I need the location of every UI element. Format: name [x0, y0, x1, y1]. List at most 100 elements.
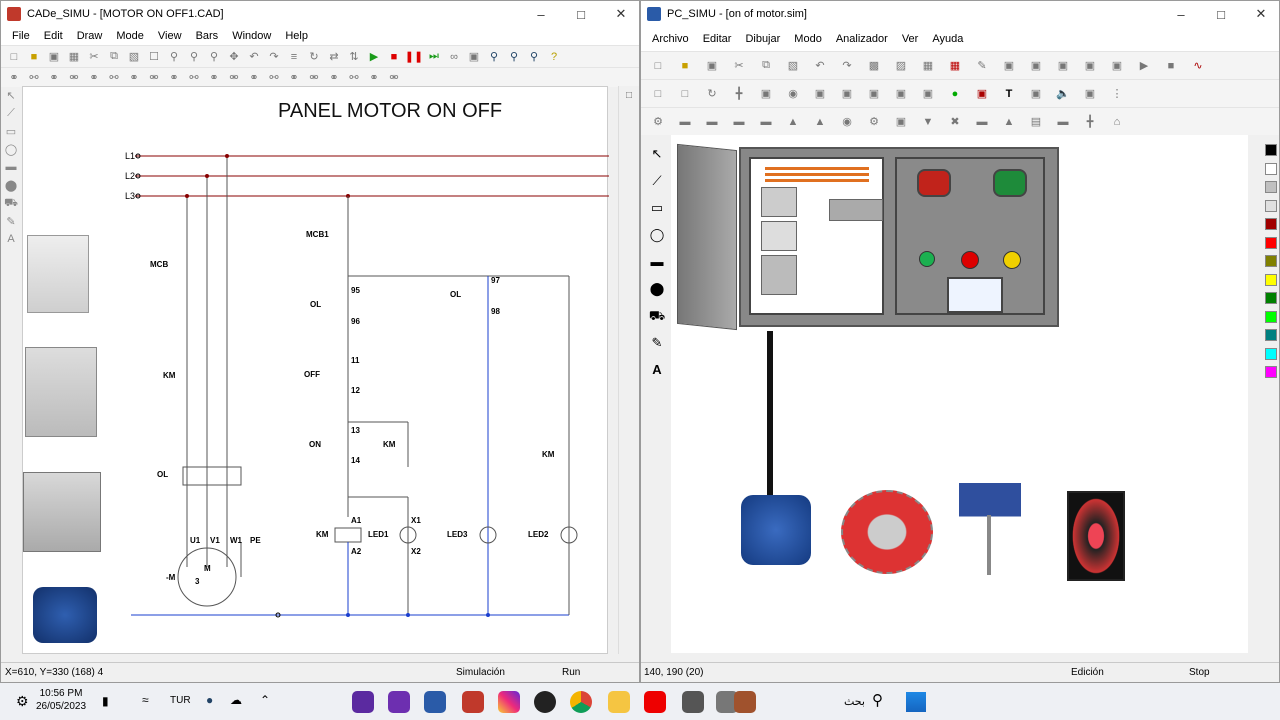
menu-window[interactable]: Window [225, 30, 278, 42]
youtube-icon[interactable] [644, 691, 666, 713]
wifi-icon[interactable]: ≈ [142, 693, 149, 707]
menu-ayuda[interactable]: Ayuda [925, 33, 970, 45]
ellipse-tool-icon[interactable]: ◯ [1, 143, 21, 161]
pcsimu-taskbar-icon[interactable] [424, 691, 446, 713]
ellipse-tool-icon[interactable]: ◯ [645, 227, 669, 254]
menu-ver[interactable]: Ver [895, 33, 926, 45]
file-explorer-icon[interactable] [608, 691, 630, 713]
component-icon[interactable]: ▼ [915, 109, 941, 135]
component-icon[interactable]: ⚙ [861, 109, 887, 135]
stop-icon[interactable]: ■ [385, 48, 403, 66]
component-icon[interactable]: ▣ [753, 81, 779, 107]
component-icon[interactable]: ⚮ [305, 69, 323, 87]
cadesimu-taskbar-icon[interactable] [462, 691, 484, 713]
menu-draw[interactable]: Draw [70, 30, 110, 42]
component-icon[interactable]: ⋮ [1104, 81, 1130, 107]
instagram-icon[interactable] [498, 691, 520, 713]
component-icon[interactable]: ⚭ [5, 69, 23, 87]
analyzer-icon[interactable]: ∿ [1185, 53, 1211, 79]
link-icon[interactable]: ∞ [445, 48, 463, 66]
component-icon[interactable]: ↻ [699, 81, 725, 107]
app-icon-purple[interactable] [352, 691, 374, 713]
flip-icon[interactable]: ⇅ [345, 48, 363, 66]
menu-analizador[interactable]: Analizador [829, 33, 895, 45]
new-file-icon[interactable]: □ [5, 48, 23, 66]
cabinet-icon[interactable]: ▣ [1104, 53, 1130, 79]
chrome-icon[interactable] [570, 691, 592, 713]
text-tool-icon[interactable]: T [996, 81, 1022, 107]
group-icon[interactable]: ▩ [861, 53, 887, 79]
component-icon[interactable]: ⚭ [125, 69, 143, 87]
component-icon[interactable]: ▣ [807, 81, 833, 107]
component-icon[interactable]: ▣ [915, 81, 941, 107]
component-icon[interactable]: ▲ [807, 109, 833, 135]
redo-icon[interactable]: ↷ [834, 53, 860, 79]
run-icon[interactable]: ▶ [365, 48, 383, 66]
component-icon[interactable]: ⚭ [45, 69, 63, 87]
rectangle-tool-icon[interactable]: ▭ [1, 125, 21, 143]
color-swatch[interactable] [1265, 162, 1277, 175]
app-icon-purple-2[interactable] [388, 691, 410, 713]
color-swatch[interactable] [1265, 366, 1277, 378]
filled-ellipse-tool-icon[interactable]: ⬤ [645, 281, 669, 308]
store-icon[interactable] [734, 691, 756, 713]
component-icon[interactable]: ▤ [1023, 109, 1049, 135]
chevron-up-icon[interactable]: ⌃ [260, 693, 270, 707]
filled-ellipse-tool-icon[interactable]: ⬤ [1, 179, 21, 197]
color-swatch[interactable] [1265, 347, 1277, 360]
align-icon[interactable]: ≡ [285, 48, 303, 66]
component-icon[interactable]: ▬ [672, 109, 698, 135]
clock[interactable]: 10:56 PM 26/05/2023 [36, 687, 86, 713]
open-folder-icon[interactable]: ■ [672, 53, 698, 79]
pointer-tool-icon[interactable]: ↖ [645, 146, 669, 173]
mirror-icon[interactable]: ⇄ [325, 48, 343, 66]
component-icon[interactable]: ⚙ [645, 109, 671, 135]
text-tool-icon[interactable]: A [645, 362, 669, 389]
search-icon[interactable]: ⚲ [872, 691, 883, 709]
color-swatch[interactable] [1265, 255, 1277, 267]
component-icon[interactable]: ⚭ [85, 69, 103, 87]
component-icon[interactable]: ▬ [969, 109, 995, 135]
component-icon[interactable]: ⚮ [65, 69, 83, 87]
filled-rect-tool-icon[interactable]: ▬ [1, 161, 21, 179]
sound-icon[interactable]: 🔈 [1050, 81, 1076, 107]
sim-canvas[interactable] [671, 135, 1248, 653]
house-icon[interactable]: ⌂ [1104, 109, 1130, 135]
text-tool-icon[interactable]: A [1, 233, 21, 251]
component-icon[interactable]: ▬ [1050, 109, 1076, 135]
undo-icon[interactable]: ↶ [245, 48, 263, 66]
component-icon[interactable]: ⚭ [245, 69, 263, 87]
pan-icon[interactable]: ✥ [225, 48, 243, 66]
component-icon[interactable]: ◉ [780, 81, 806, 107]
paste-icon[interactable]: ▧ [780, 53, 806, 79]
color-swatch[interactable] [1265, 310, 1277, 323]
fill-tool-icon[interactable]: ⛟ [1, 197, 21, 215]
pen-tool-icon[interactable]: ✎ [645, 335, 669, 362]
color-swatch[interactable] [1265, 292, 1277, 304]
menu-view[interactable]: View [151, 30, 189, 42]
stop-icon[interactable]: ■ [1158, 53, 1184, 79]
menu-help[interactable]: Help [278, 30, 315, 42]
close-button[interactable]: ✕ [1241, 1, 1279, 27]
color-swatch[interactable] [1265, 236, 1277, 249]
menu-archivo[interactable]: Archivo [645, 33, 696, 45]
pointer-tool-icon[interactable]: ↖ [1, 89, 21, 107]
pencil-icon[interactable]: ✎ [969, 53, 995, 79]
component-icon[interactable]: ◉ [834, 109, 860, 135]
component-icon[interactable]: ⚯ [25, 69, 43, 87]
undo-icon[interactable]: ↶ [807, 53, 833, 79]
component-icon[interactable]: ▲ [780, 109, 806, 135]
new-file-icon[interactable]: □ [645, 53, 671, 79]
component-icon[interactable]: ▣ [861, 81, 887, 107]
menu-editar[interactable]: Editar [696, 33, 739, 45]
paste-icon[interactable]: ▧ [125, 48, 143, 66]
component-icon[interactable]: ⚮ [145, 69, 163, 87]
component-icon[interactable]: □ [645, 81, 671, 107]
component-icon[interactable]: ⚮ [225, 69, 243, 87]
component-icon[interactable]: ▬ [753, 109, 779, 135]
cabinet-icon[interactable]: ▣ [1023, 53, 1049, 79]
search-box-text[interactable]: بحث [844, 695, 865, 708]
cad-drawing-canvas[interactable]: PANEL MOTOR ON OFF L1 L2 L3 MCB KM OL MC… [22, 86, 609, 654]
line-tool-icon[interactable]: ⟋ [645, 173, 669, 200]
maximize-button[interactable]: □ [1201, 1, 1241, 27]
